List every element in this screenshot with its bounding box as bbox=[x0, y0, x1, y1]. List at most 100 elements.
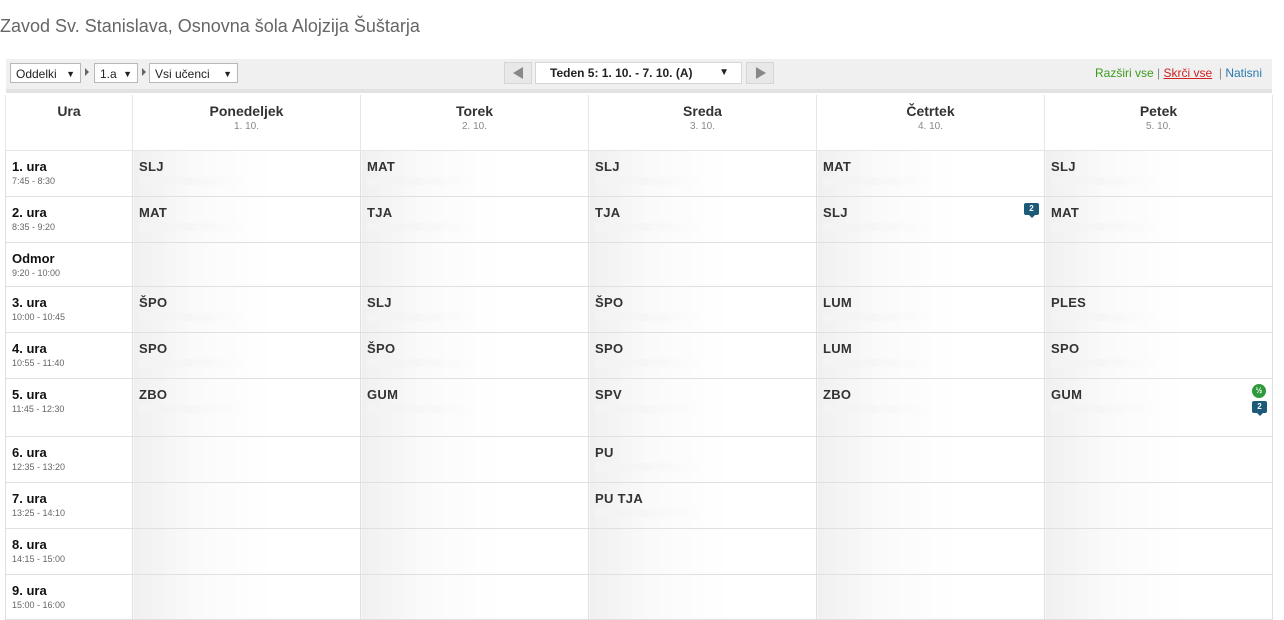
lesson-subject: ŠPO bbox=[367, 341, 396, 356]
lesson-subject: ZBO bbox=[823, 387, 852, 402]
lesson-details-redacted bbox=[595, 509, 705, 517]
lesson-cell[interactable]: SPO bbox=[1044, 332, 1273, 379]
lesson-cell[interactable]: PLES bbox=[1044, 286, 1273, 333]
lesson-details-redacted bbox=[139, 359, 249, 367]
lesson-cell[interactable]: LUM bbox=[816, 286, 1045, 333]
hour-name: 3. ura bbox=[12, 295, 47, 310]
lesson-cell[interactable]: LUM bbox=[816, 332, 1045, 379]
lesson-cell[interactable]: ŠPO bbox=[588, 286, 817, 333]
lesson-details-redacted bbox=[595, 405, 705, 413]
lesson-cell[interactable]: PU bbox=[588, 436, 817, 483]
lesson-details-redacted bbox=[823, 405, 933, 413]
lesson-cell bbox=[816, 242, 1045, 287]
print-link[interactable]: Natisni bbox=[1225, 66, 1262, 80]
hour-cell: 2. ura 8:35 - 9:20 bbox=[5, 196, 133, 243]
lesson-cell[interactable]: SLJ bbox=[588, 150, 817, 197]
timetable-row: 2. ura 8:35 - 9:20 MAT TJA TJA SLJ 2 MAT bbox=[5, 196, 1273, 243]
expand-all-link[interactable]: Razširi vse bbox=[1095, 66, 1154, 80]
lesson-cell[interactable]: SPO bbox=[132, 332, 361, 379]
lesson-cell[interactable]: SLJ bbox=[360, 286, 589, 333]
hour-time: 13:25 - 14:10 bbox=[12, 508, 66, 518]
lesson-details-redacted bbox=[595, 359, 705, 367]
lesson-subject: TJA bbox=[595, 205, 621, 220]
lesson-subject: ŠPO bbox=[139, 295, 168, 310]
lesson-cell[interactable]: MAT bbox=[132, 196, 361, 243]
hour-column-header: Ura bbox=[5, 95, 133, 151]
chevron-right-icon bbox=[142, 68, 146, 76]
lesson-cell bbox=[588, 528, 817, 575]
lesson-subject: SPV bbox=[595, 387, 622, 402]
lesson-cell[interactable]: MAT bbox=[360, 150, 589, 197]
prev-week-button[interactable] bbox=[504, 62, 532, 84]
hour-time: 10:00 - 10:45 bbox=[12, 312, 66, 322]
lesson-details-redacted bbox=[823, 223, 933, 231]
lesson-cell bbox=[1044, 436, 1273, 483]
half-badge-icon[interactable]: ½ bbox=[1252, 384, 1266, 398]
lesson-cell[interactable]: GUM bbox=[360, 378, 589, 437]
lesson-cell[interactable]: MAT bbox=[1044, 196, 1273, 243]
lesson-cell[interactable]: SLJ 2 bbox=[816, 196, 1045, 243]
hour-cell: Odmor 9:20 - 10:00 bbox=[5, 242, 133, 287]
lesson-subject: SLJ bbox=[367, 295, 392, 310]
timetable: Ura Ponedeljek 1. 10. Torek 2. 10. Sreda 3.… bbox=[5, 95, 1273, 620]
lesson-details-redacted bbox=[595, 177, 705, 185]
day-header-monday: Ponedeljek 1. 10. bbox=[132, 95, 361, 151]
students-select-label: Vsi učenci bbox=[155, 67, 210, 81]
lesson-subject: SPO bbox=[1051, 341, 1080, 356]
hour-time: 12:35 - 13:20 bbox=[12, 462, 66, 472]
lesson-cell[interactable]: GUM ½ 2 bbox=[1044, 378, 1273, 437]
lesson-cell bbox=[360, 436, 589, 483]
week-select[interactable]: Teden 5: 1. 10. - 7. 10. (A) ▼ bbox=[535, 62, 742, 84]
lesson-cell[interactable]: SPV bbox=[588, 378, 817, 437]
lesson-subject: MAT bbox=[823, 159, 852, 174]
lesson-cell[interactable]: TJA bbox=[360, 196, 589, 243]
lesson-cell[interactable]: TJA bbox=[588, 196, 817, 243]
lesson-cell bbox=[1044, 574, 1273, 620]
hour-cell: 5. ura 11:45 - 12:30 bbox=[5, 378, 133, 437]
lesson-cell[interactable]: PU TJA bbox=[588, 482, 817, 529]
lesson-cell[interactable]: SLJ bbox=[132, 150, 361, 197]
students-select[interactable]: Vsi učenci ▼ bbox=[149, 63, 238, 83]
day-name: Ponedeljek bbox=[209, 103, 284, 119]
lesson-cell bbox=[1044, 528, 1273, 575]
lesson-cell bbox=[1044, 242, 1273, 287]
lesson-subject: LUM bbox=[823, 341, 853, 356]
lesson-cell bbox=[132, 242, 361, 287]
class-select[interactable]: 1.a ▼ bbox=[94, 63, 138, 83]
lesson-cell[interactable]: MAT bbox=[816, 150, 1045, 197]
hour-cell: 7. ura 13:25 - 14:10 bbox=[5, 482, 133, 529]
lesson-cell[interactable]: SLJ bbox=[1044, 150, 1273, 197]
lesson-cell[interactable]: ZBO bbox=[132, 378, 361, 437]
department-select[interactable]: Oddelki ▼ bbox=[10, 63, 81, 83]
timetable-header-row: Ura Ponedeljek 1. 10. Torek 2. 10. Sreda 3.… bbox=[5, 95, 1273, 151]
chevron-right-icon bbox=[85, 68, 89, 76]
hour-time: 11:45 - 12:30 bbox=[12, 404, 65, 414]
next-week-button[interactable] bbox=[746, 62, 774, 84]
hour-name: 2. ura bbox=[12, 205, 47, 220]
lesson-details-redacted bbox=[367, 223, 477, 231]
lesson-cell[interactable]: ŠPO bbox=[132, 286, 361, 333]
hour-cell: 6. ura 12:35 - 13:20 bbox=[5, 436, 133, 483]
timetable-row: 7. ura 13:25 - 14:10 PU TJA bbox=[5, 482, 1273, 529]
hour-time: 7:45 - 8:30 bbox=[12, 176, 56, 186]
lesson-cell[interactable]: ŠPO bbox=[360, 332, 589, 379]
lesson-cell bbox=[588, 242, 817, 287]
lesson-subject: SLJ bbox=[595, 159, 620, 174]
day-date: 1. 10. bbox=[233, 121, 260, 132]
link-separator: | bbox=[1218, 66, 1222, 80]
day-name: Petek bbox=[1139, 103, 1178, 119]
lesson-details-redacted bbox=[139, 313, 249, 321]
hour-cell: 3. ura 10:00 - 10:45 bbox=[5, 286, 133, 333]
collapse-all-link[interactable]: Skrči vse bbox=[1163, 66, 1212, 80]
lesson-cell bbox=[360, 242, 589, 287]
caret-down-icon: ▼ bbox=[66, 69, 75, 79]
lesson-details-redacted bbox=[367, 359, 477, 367]
lesson-cell[interactable]: SPO bbox=[588, 332, 817, 379]
lesson-subject: SPO bbox=[595, 341, 624, 356]
hour-name: 7. ura bbox=[12, 491, 47, 506]
school-title: Zavod Sv. Stanislava, Osnovna šola Alojz… bbox=[0, 16, 420, 36]
comment-count-badge[interactable]: 2 bbox=[1024, 203, 1039, 218]
lesson-cell[interactable]: ZBO bbox=[816, 378, 1045, 437]
comment-count-badge[interactable]: 2 bbox=[1252, 401, 1267, 416]
lesson-details-redacted bbox=[1051, 359, 1161, 367]
